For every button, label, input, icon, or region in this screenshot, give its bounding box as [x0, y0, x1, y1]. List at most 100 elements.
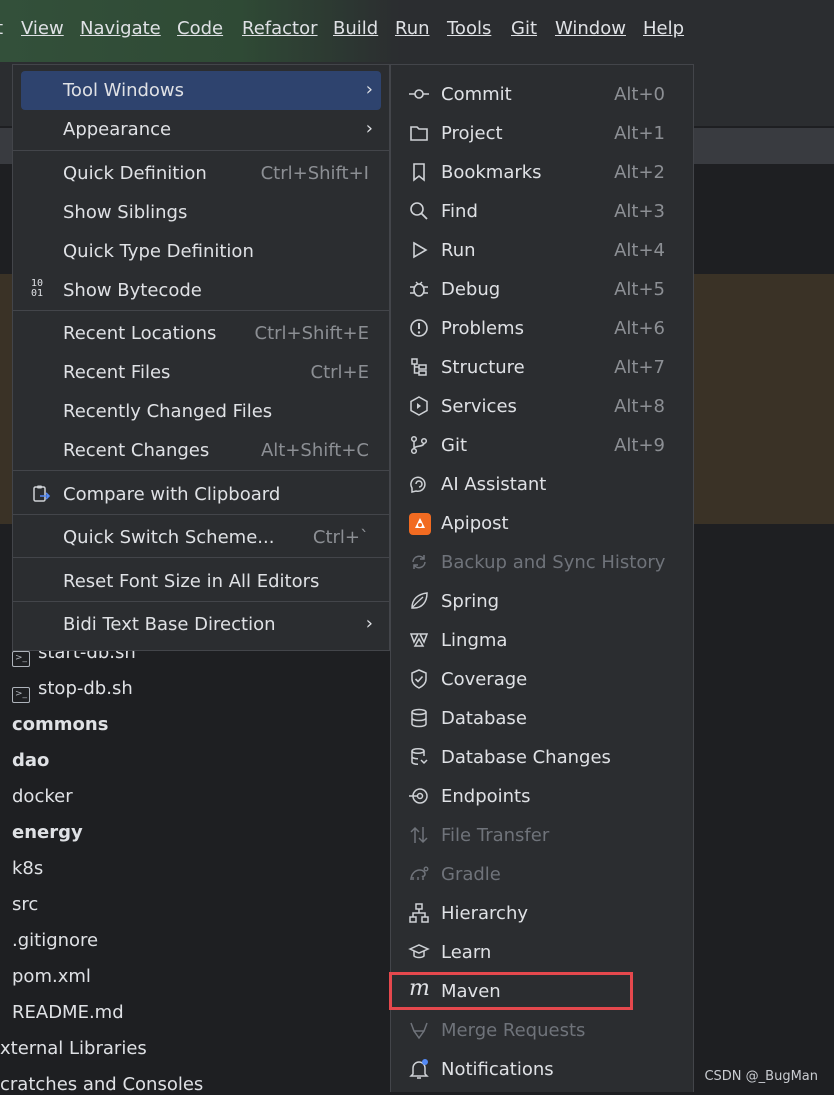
- menu-item-label: Show Siblings: [63, 202, 188, 223]
- menu-code[interactable]: Code: [177, 18, 223, 39]
- menu-item-endpoints[interactable]: Endpoints: [391, 777, 693, 816]
- shell-file-icon: >_: [12, 687, 30, 703]
- menu-file-partial[interactable]: t: [0, 18, 3, 39]
- menu-item-label: Merge Requests: [441, 1020, 586, 1041]
- tree-item[interactable]: docker: [12, 786, 73, 807]
- menu-item-learn[interactable]: Learn: [391, 933, 693, 972]
- chevron-right-icon: ›: [365, 118, 373, 139]
- tree-item-label: pom.xml: [12, 966, 91, 987]
- search-icon: [410, 202, 428, 220]
- menu-item-lingma[interactable]: Lingma: [391, 621, 693, 660]
- menu-item-label: Bookmarks: [441, 162, 542, 183]
- menu-view[interactable]: View: [21, 18, 64, 39]
- menu-item-show-bytecode[interactable]: 10 01 Show Bytecode: [13, 271, 389, 310]
- menu-item-debug[interactable]: Debug Alt+5: [391, 270, 693, 309]
- commit-icon: [409, 89, 429, 99]
- chevron-right-icon: ›: [365, 613, 373, 634]
- tree-item[interactable]: src: [12, 894, 38, 915]
- tree-item[interactable]: commons: [12, 714, 108, 735]
- menu-item-bookmarks[interactable]: Bookmarks Alt+2: [391, 153, 693, 192]
- menu-run[interactable]: Run: [395, 18, 430, 39]
- menu-item-quick-type-definition[interactable]: Quick Type Definition: [13, 232, 389, 271]
- menu-separator: [13, 310, 389, 311]
- menu-item-label: Quick Switch Scheme...: [63, 527, 275, 548]
- menu-tools[interactable]: Tools: [447, 18, 491, 39]
- menu-item-compare-with-clipboard[interactable]: Compare with Clipboard: [13, 475, 389, 514]
- menu-item-show-siblings[interactable]: Show Siblings: [13, 193, 389, 232]
- tree-item[interactable]: .gitignore: [12, 930, 98, 951]
- menu-help[interactable]: Help: [643, 18, 684, 39]
- menu-item-structure[interactable]: Structure Alt+7: [391, 348, 693, 387]
- tree-item-label: README.md: [12, 1002, 124, 1023]
- menu-item-label: Structure: [441, 357, 525, 378]
- menu-item-label: Appearance: [63, 119, 172, 140]
- bookmark-icon: [413, 163, 425, 182]
- menu-build[interactable]: Build: [333, 18, 378, 39]
- menu-item-run[interactable]: Run Alt+4: [391, 231, 693, 270]
- shortcut-label: Alt+1: [614, 123, 665, 144]
- menu-item-database[interactable]: Database: [391, 699, 693, 738]
- database-icon: [411, 708, 427, 728]
- menu-item-label: Tool Windows: [63, 80, 185, 101]
- menu-item-label: Compare with Clipboard: [63, 484, 281, 505]
- tree-item[interactable]: pom.xml: [12, 966, 91, 987]
- menu-item-find[interactable]: Find Alt+3: [391, 192, 693, 231]
- menu-item-hierarchy[interactable]: Hierarchy: [391, 894, 693, 933]
- menu-item-appearance[interactable]: Appearance ›: [13, 110, 389, 149]
- menu-item-label: Notifications: [441, 1059, 554, 1080]
- menu-item-problems[interactable]: Problems Alt+6: [391, 309, 693, 348]
- menu-item-recently-changed-files[interactable]: Recently Changed Files: [13, 392, 389, 431]
- shortcut-label: Ctrl+E: [310, 362, 369, 383]
- menu-item-project[interactable]: Project Alt+1: [391, 114, 693, 153]
- menu-item-git[interactable]: Git Alt+9: [391, 426, 693, 465]
- menu-item-services[interactable]: Services Alt+8: [391, 387, 693, 426]
- menu-item-label: Recently Changed Files: [63, 401, 273, 422]
- folder-icon: [410, 126, 428, 141]
- menu-item-label: Project: [441, 123, 503, 144]
- learn-icon: [408, 944, 430, 959]
- menu-git[interactable]: Git: [511, 18, 537, 39]
- tree-item[interactable]: >_ stop-db.sh: [12, 678, 133, 703]
- menu-refactor[interactable]: Refactor: [242, 18, 318, 39]
- clipboard-compare-icon: [33, 485, 51, 502]
- tree-item[interactable]: README.md: [12, 1002, 124, 1023]
- shell-file-icon: >_: [12, 651, 30, 667]
- shortcut-label: Alt+0: [614, 84, 665, 105]
- menu-item-spring[interactable]: Spring: [391, 582, 693, 621]
- menu-code-label: Code: [177, 18, 224, 39]
- tree-item-label: .gitignore: [12, 930, 99, 951]
- menu-item-label: Commit: [441, 84, 512, 105]
- tree-item[interactable]: dao: [12, 750, 49, 771]
- menu-item-label: Apipost: [441, 513, 509, 534]
- tree-item[interactable]: energy: [12, 822, 83, 843]
- menu-item-label: File Transfer: [441, 825, 550, 846]
- tree-item[interactable]: k8s: [12, 858, 43, 879]
- menu-item-reset-font-size[interactable]: Reset Font Size in All Editors: [13, 562, 389, 601]
- menu-item-commit[interactable]: Commit Alt+0: [391, 75, 693, 114]
- menu-item-quick-definition[interactable]: Quick Definition Ctrl+Shift+I: [13, 154, 389, 193]
- menu-item-recent-files[interactable]: Recent Files Ctrl+E: [13, 353, 389, 392]
- menu-item-ai-assistant[interactable]: AI Assistant: [391, 465, 693, 504]
- shortcut-label: Ctrl+Shift+E: [254, 323, 369, 344]
- menu-item-apipost[interactable]: Apipost: [391, 504, 693, 543]
- tree-item[interactable]: xternal Libraries: [0, 1038, 147, 1059]
- menu-item-recent-locations[interactable]: Recent Locations Ctrl+Shift+E: [13, 314, 389, 353]
- shortcut-label: Ctrl+Shift+I: [260, 163, 369, 184]
- menu-item-notifications[interactable]: Notifications: [391, 1050, 693, 1089]
- hierarchy-icon: [409, 903, 429, 923]
- menu-item-label: Debug: [441, 279, 501, 300]
- menu-item-tool-windows[interactable]: Tool Windows ›: [13, 71, 389, 110]
- menu-window[interactable]: Window: [555, 18, 626, 39]
- menu-item-label: Recent Changes: [63, 440, 210, 461]
- menu-item-coverage[interactable]: Coverage: [391, 660, 693, 699]
- bytecode-icon: 10 01: [31, 278, 44, 299]
- merge-requests-icon: [410, 1022, 428, 1040]
- menu-item-recent-changes[interactable]: Recent Changes Alt+Shift+C: [13, 431, 389, 470]
- menu-item-database-changes[interactable]: Database Changes: [391, 738, 693, 777]
- menu-item-quick-switch-scheme[interactable]: Quick Switch Scheme... Ctrl+`: [13, 518, 389, 557]
- menu-item-bidi-text-base-direction[interactable]: Bidi Text Base Direction ›: [13, 605, 389, 644]
- shortcut-label: Ctrl+`: [312, 527, 369, 548]
- menu-item-label: Quick Definition: [63, 163, 207, 184]
- menubar: t View Navigate Code Refactor Build Run …: [0, 0, 834, 62]
- menu-navigate[interactable]: Navigate: [80, 18, 161, 39]
